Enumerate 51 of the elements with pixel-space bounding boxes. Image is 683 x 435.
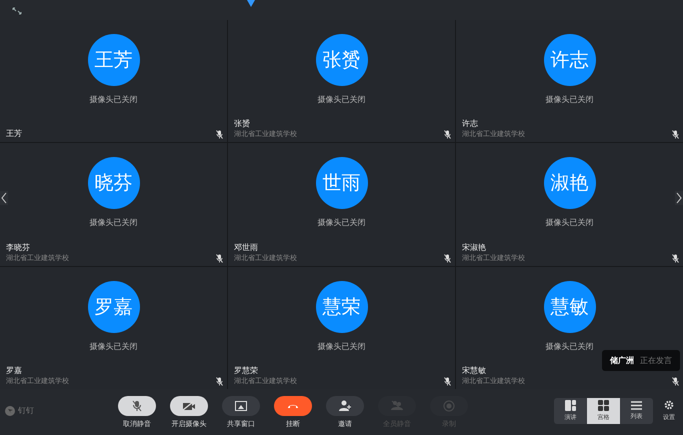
- participant-name: 张赟: [234, 118, 251, 130]
- participant-name: 罗慧荣: [234, 365, 259, 376]
- brand-name: 钉钉: [18, 405, 34, 416]
- camera-status: 摄像头已关闭: [90, 340, 138, 352]
- camera-status: 摄像头已关闭: [546, 94, 594, 105]
- add-person-icon: [339, 400, 351, 411]
- avatar: 慧敏: [544, 280, 596, 333]
- share-button[interactable]: [222, 396, 260, 416]
- list-layout-icon: [631, 401, 642, 410]
- participant-name: 王芳: [6, 128, 22, 140]
- people-muted-icon: [391, 400, 403, 411]
- camera-status: 摄像头已关闭: [90, 94, 138, 105]
- speaker-layout-icon: [565, 400, 576, 411]
- participant-name: 宋淑艳: [462, 242, 487, 253]
- record-icon: [443, 400, 455, 412]
- camera-off-icon: [182, 400, 196, 410]
- avatar: 张赟: [316, 34, 368, 86]
- next-page-icon[interactable]: [675, 191, 683, 205]
- participant-name: 邓世雨: [234, 242, 259, 253]
- camera-status: 摄像头已关闭: [90, 217, 138, 228]
- participant-name: 宋慧敏: [462, 365, 487, 376]
- brand-logo-icon: [5, 406, 15, 416]
- speaking-status: 正在发言: [640, 355, 672, 366]
- avatar: 许志: [544, 34, 596, 86]
- participant-name: 许志: [462, 118, 479, 130]
- settings-icon: [664, 400, 674, 410]
- camera-status: 摄像头已关闭: [318, 217, 366, 228]
- participant-name: 罗嘉: [6, 365, 23, 376]
- camera-status: 摄像头已关闭: [546, 217, 594, 228]
- avatar: 晓芬: [88, 157, 140, 210]
- mic-muted-icon: [132, 400, 142, 412]
- camera-status: 摄像头已关闭: [546, 340, 594, 352]
- grid-layout-icon: [598, 400, 609, 411]
- hangup-button[interactable]: [274, 396, 312, 416]
- avatar: 罗嘉: [88, 280, 140, 333]
- speaker-name: 储广洲: [610, 355, 634, 366]
- avatar: 王芳: [88, 34, 140, 86]
- invite-button[interactable]: [326, 396, 364, 416]
- avatar: 世雨: [316, 157, 368, 210]
- hang-up-icon: [287, 402, 299, 408]
- previous-page-icon[interactable]: [0, 191, 8, 205]
- app-logo-icon: [246, 0, 256, 7]
- screen-share-icon: [235, 400, 247, 410]
- avatar: 慧荣: [316, 280, 368, 333]
- collapse-icon[interactable]: [10, 6, 24, 16]
- participant-name: 李晓芬: [6, 242, 31, 253]
- camera-status: 摄像头已关闭: [318, 94, 366, 105]
- camera-status: 摄像头已关闭: [318, 340, 366, 352]
- mic-button[interactable]: [118, 396, 156, 416]
- avatar: 淑艳: [544, 157, 596, 210]
- camera-button[interactable]: [170, 396, 208, 416]
